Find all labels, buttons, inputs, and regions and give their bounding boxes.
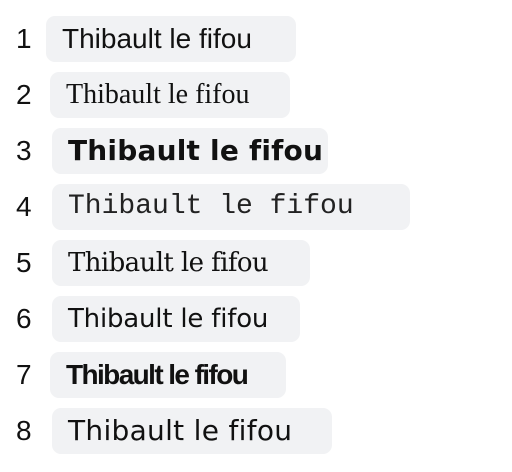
sample-number: 1: [16, 23, 32, 54]
sample-number: 5: [16, 247, 32, 278]
font-sample-row-4: 4 Thibault le fifou: [0, 184, 512, 230]
sample-chip[interactable]: Thibault le fifou: [50, 352, 286, 398]
sample-number: 4: [16, 191, 32, 222]
sample-chip[interactable]: Thibault le fifou: [50, 72, 290, 118]
font-sample-row-3: 3 Thibault le fifou: [0, 128, 512, 174]
sample-number: 6: [16, 303, 32, 334]
font-sample-row-8: 8 Thibault le fifou: [0, 408, 512, 454]
sample-chip[interactable]: Thibault le fifou: [46, 16, 296, 62]
font-sample-row-6: 6 Thibault le fifou: [0, 296, 512, 342]
sample-chip[interactable]: Thibault le fifou: [52, 128, 328, 174]
font-sample-list: 1 Thibault le fifou 2 Thibault le fifou …: [0, 0, 512, 472]
sample-chip[interactable]: Thibault le fifou: [52, 296, 300, 342]
sample-number: 8: [16, 415, 32, 446]
font-sample-row-1: 1 Thibault le fifou: [0, 16, 512, 62]
sample-number: 2: [16, 79, 32, 110]
sample-number: 7: [16, 359, 32, 390]
sample-chip[interactable]: Thibault le fifou: [52, 240, 310, 286]
font-sample-row-2: 2 Thibault le fifou: [0, 72, 512, 118]
sample-chip[interactable]: Thibault le fifou: [52, 408, 332, 454]
font-sample-row-7: 7 Thibault le fifou: [0, 352, 512, 398]
sample-number: 3: [16, 135, 32, 166]
sample-chip[interactable]: Thibault le fifou: [52, 184, 410, 230]
font-sample-row-5: 5 Thibault le fifou: [0, 240, 512, 286]
